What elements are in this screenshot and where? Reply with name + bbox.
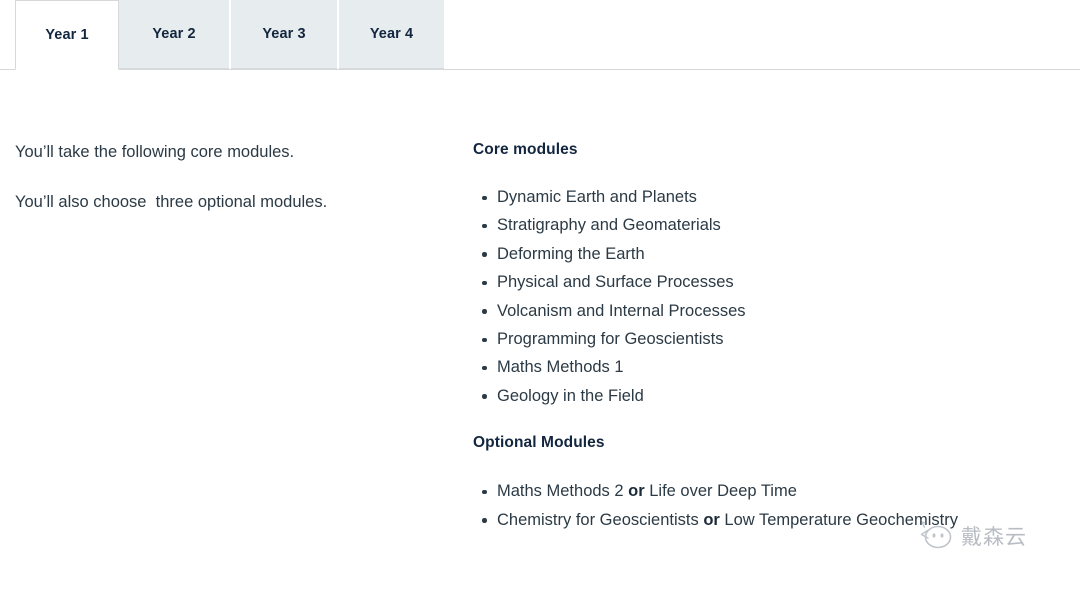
list-item: Stratigraphy and Geomaterials xyxy=(473,211,1033,239)
tab-year-4[interactable]: Year 4 xyxy=(339,0,444,69)
list-item: Volcanism and Internal Processes xyxy=(473,297,1033,325)
option-first: Maths Methods 2 xyxy=(497,482,629,501)
tab-year-3[interactable]: Year 3 xyxy=(231,0,337,69)
list-item: Programming for Geoscientists xyxy=(473,325,1033,353)
tab-year-4-label: Year 4 xyxy=(369,26,414,42)
tab-year-1-label: Year 1 xyxy=(45,27,89,43)
tab-panel-year-1: You’ll take the following core modules. … xyxy=(0,71,1080,597)
optional-modules-heading: Optional Modules xyxy=(473,434,605,452)
tab-strip-left-gutter xyxy=(0,0,15,70)
option-first: Chemistry for Geoscientists xyxy=(497,510,704,529)
optional-modules-summary-text: You’ll also choose three optional module… xyxy=(15,193,328,212)
option-conjunction: or xyxy=(703,510,720,529)
optional-modules-list: Maths Methods 2 or Life over Deep Time C… xyxy=(473,477,1033,534)
tab-year-2-label: Year 2 xyxy=(152,26,196,42)
option-conjunction: or xyxy=(628,482,645,501)
list-item: Chemistry for Geoscientists or Low Tempe… xyxy=(473,506,1033,534)
module-summary-column: You’ll take the following core modules. … xyxy=(15,141,435,242)
core-modules-heading: Core modules xyxy=(473,141,578,158)
list-item: Dynamic Earth and Planets xyxy=(473,183,1033,211)
tab-year-1[interactable]: Year 1 xyxy=(15,0,119,70)
tab-year-2[interactable]: Year 2 xyxy=(119,0,229,69)
list-item: Geology in the Field xyxy=(473,382,1033,410)
list-item: Physical and Surface Processes xyxy=(473,268,1033,296)
tab-year-3-label: Year 3 xyxy=(262,26,306,42)
option-second: Low Temperature Geochemistry xyxy=(719,510,958,529)
core-modules-list: Dynamic Earth and Planets Stratigraphy a… xyxy=(473,183,1033,410)
year-tab-strip: Year 1 Year 2 Year 3 Year 4 xyxy=(0,0,1080,71)
optional-modules-block: Optional Modules Maths Methods 2 or Life… xyxy=(473,434,1033,534)
module-listing-column: Core modules Dynamic Earth and Planets S… xyxy=(473,141,1033,534)
option-second: Life over Deep Time xyxy=(644,482,797,501)
list-item: Deforming the Earth xyxy=(473,240,1033,268)
list-item: Maths Methods 1 xyxy=(473,353,1033,381)
list-item: Maths Methods 2 or Life over Deep Time xyxy=(473,477,1033,505)
tab-list: Year 1 Year 2 Year 3 Year 4 xyxy=(0,0,446,70)
core-modules-summary-text: You’ll take the following core modules. xyxy=(15,143,295,161)
